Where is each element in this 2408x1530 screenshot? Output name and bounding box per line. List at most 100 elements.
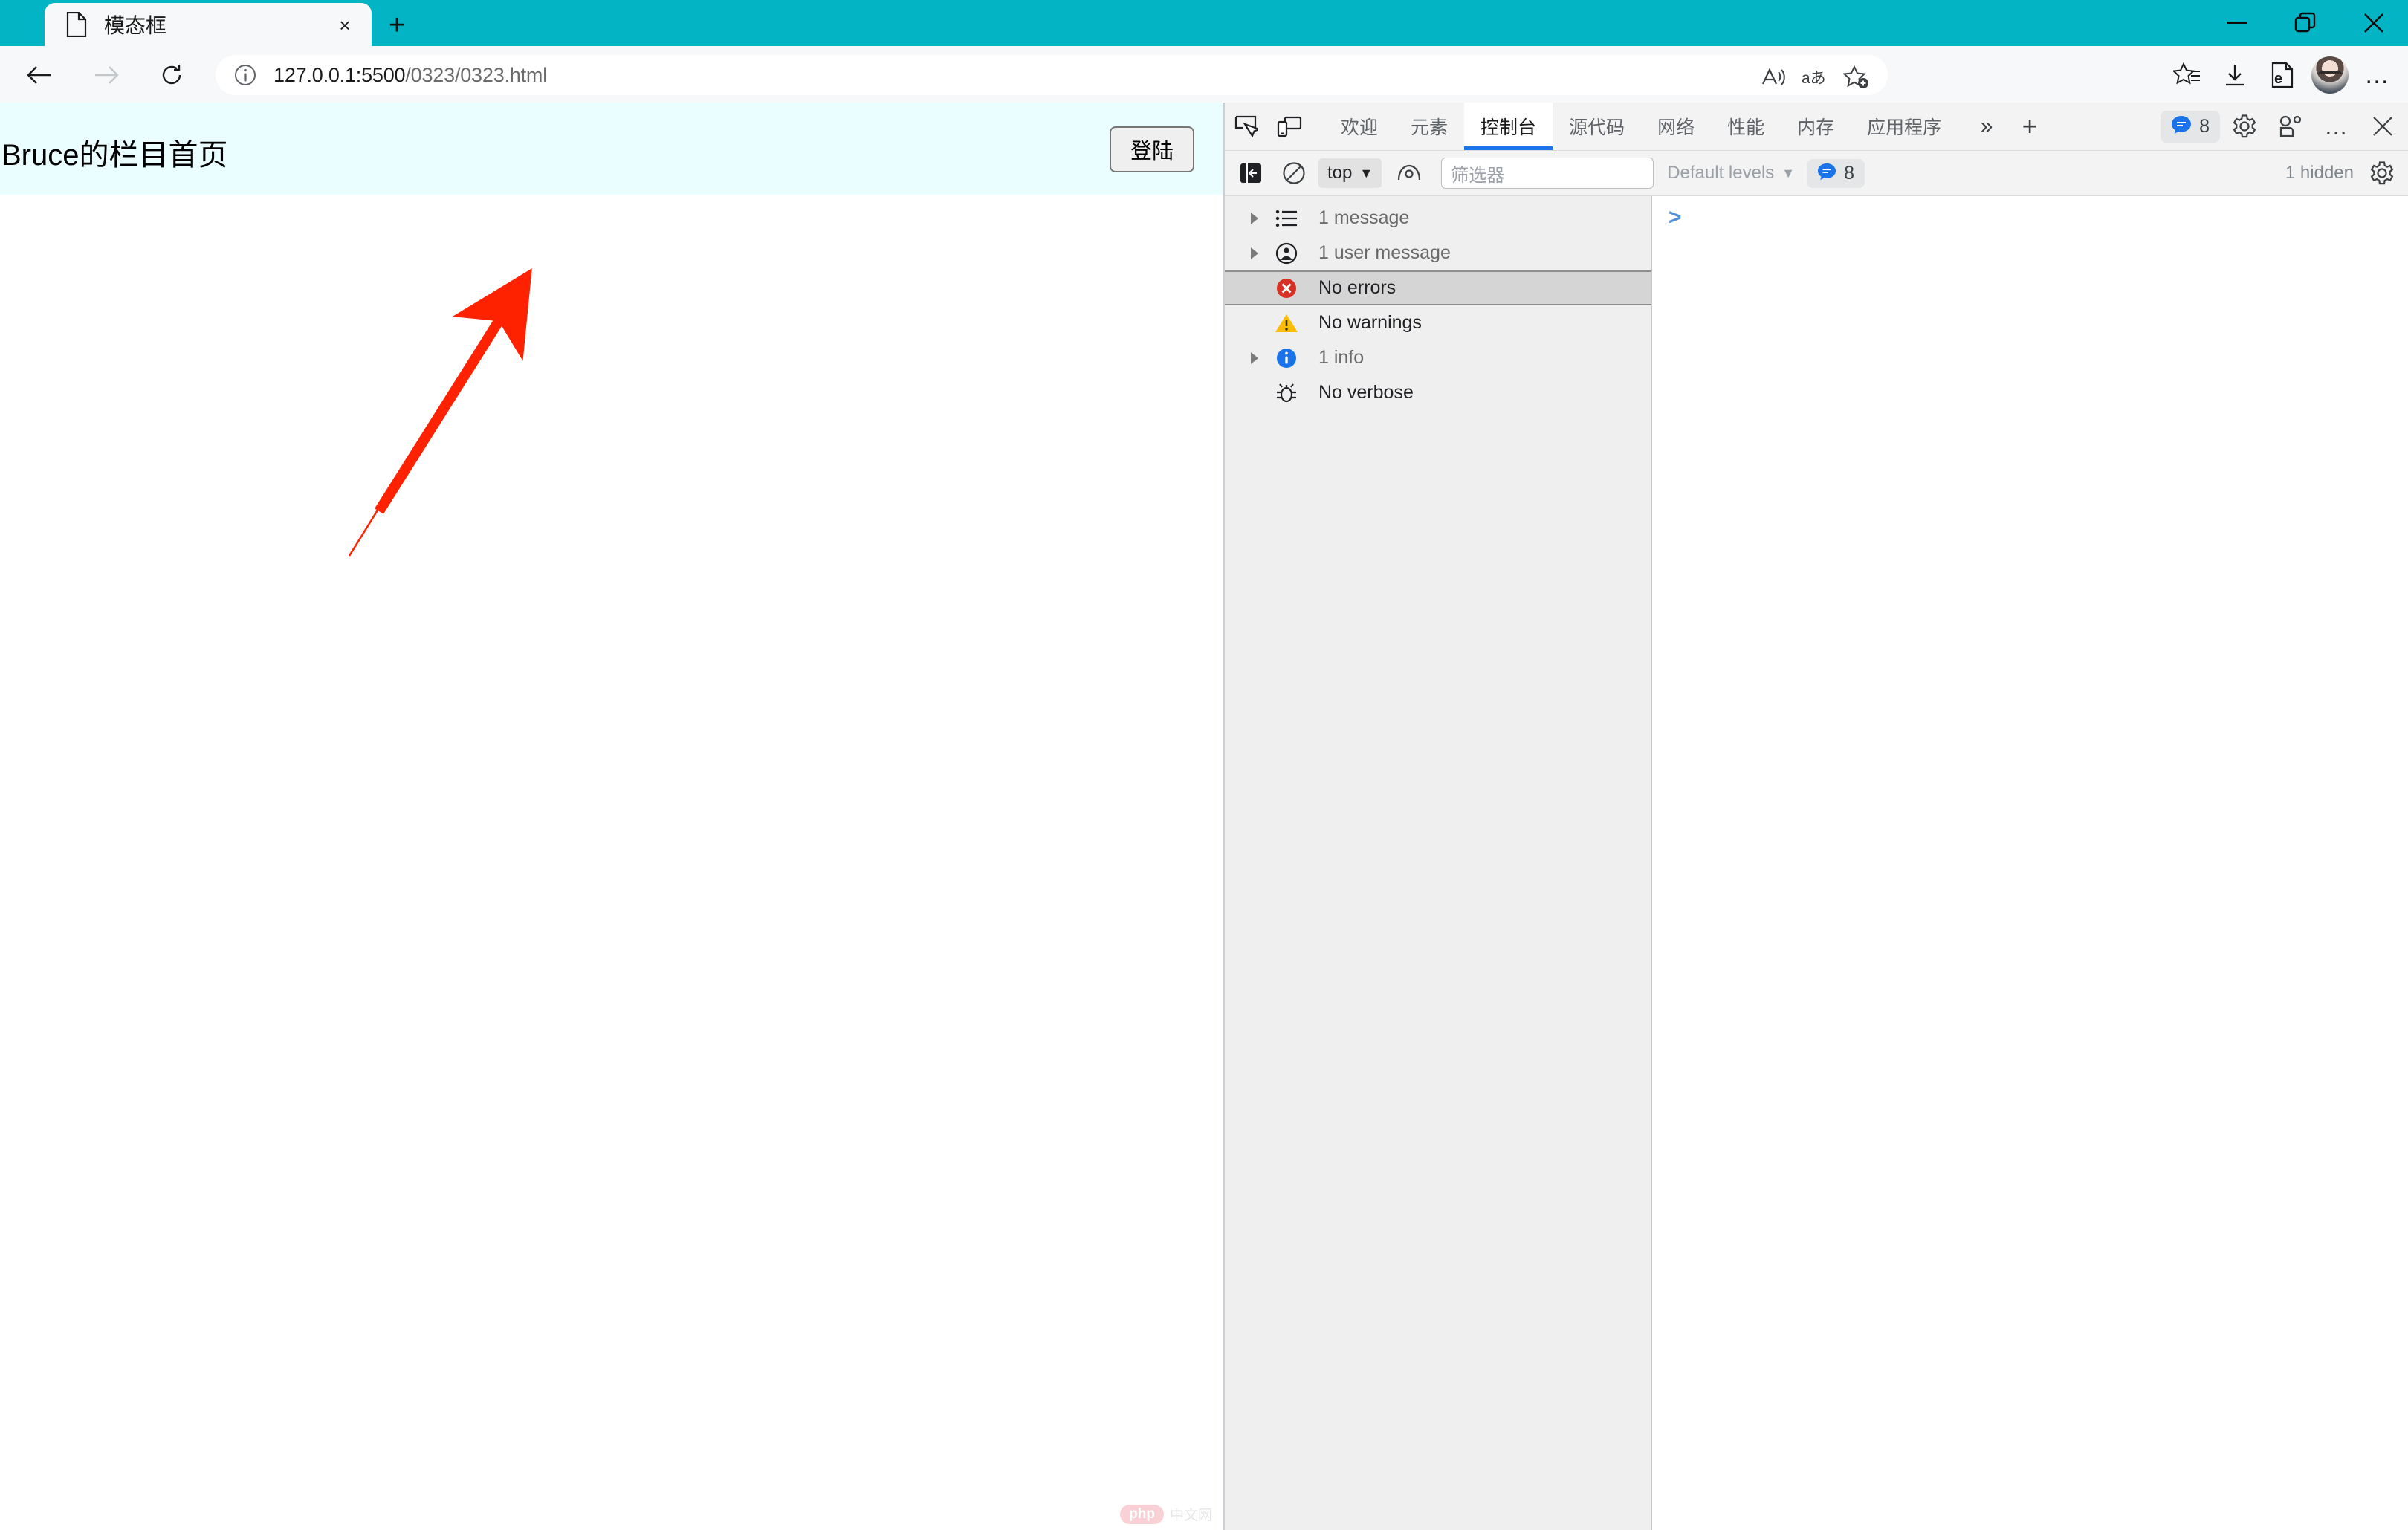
navigation-bar: 127.0.0.1:5500/0323/0323.html aあ e … <box>0 46 2408 103</box>
tab-console[interactable]: 控制台 <box>1464 103 1553 150</box>
tab-sources[interactable]: 源代码 <box>1553 103 1641 150</box>
console-settings-gear-icon[interactable] <box>2364 155 2400 191</box>
tab-label: 网络 <box>1657 117 1695 138</box>
list-icon <box>1269 209 1304 228</box>
console-filter-input[interactable]: 筛选器 <box>1441 158 1654 189</box>
console-issue-badge[interactable]: 8 <box>1807 158 1865 188</box>
tab-label: 控制台 <box>1480 117 1537 138</box>
inspect-element-icon[interactable] <box>1225 106 1268 147</box>
browser-tab[interactable]: 模态框 × <box>45 3 372 46</box>
add-tab-icon[interactable]: + <box>2008 106 2051 147</box>
login-button[interactable]: 登陆 <box>1110 126 1195 172</box>
tab-label: 欢迎 <box>1341 117 1379 138</box>
sidebar-item-messages[interactable]: 1 message <box>1225 201 1651 236</box>
sidebar-toggle-icon[interactable] <box>1229 152 1272 194</box>
sidebar-item-verbose[interactable]: No verbose <box>1225 375 1651 410</box>
browser-window: 模态框 × + 127.0.0.1:5500/0323/0323.html aあ… <box>0 0 2408 1530</box>
sidebar-item-errors[interactable]: No errors <box>1225 270 1651 305</box>
close-icon[interactable] <box>2340 0 2408 46</box>
devtools-more-icon[interactable]: … <box>2315 106 2358 147</box>
omnibox-actions: aあ <box>1755 59 1874 95</box>
sidebar-item-label: No verbose <box>1318 382 1414 403</box>
sidebar-item-label: 1 user message <box>1318 242 1451 263</box>
window-controls <box>2203 0 2408 46</box>
info-icon[interactable] <box>232 62 259 88</box>
execution-context-select[interactable]: top ▼ <box>1318 158 1382 188</box>
console-toolbar: top ▼ 筛选器 Default levels ▼ 8 1 hidden <box>1225 151 2408 196</box>
tab-label: 元素 <box>1411 117 1449 138</box>
console-output[interactable]: > <box>1652 196 2408 1530</box>
tab-elements[interactable]: 元素 <box>1394 103 1464 150</box>
sidebar-item-info[interactable]: 1 info <box>1225 340 1651 375</box>
gear-icon[interactable] <box>2223 106 2266 147</box>
downloads-icon[interactable] <box>2215 55 2255 95</box>
browser-toolbar-actions: e … <box>2167 55 2398 95</box>
tab-label: 性能 <box>1727 117 1765 138</box>
address-bar[interactable]: 127.0.0.1:5500/0323/0323.html aあ <box>216 55 1888 95</box>
new-tab-button[interactable]: + <box>381 9 413 42</box>
devtools-tabbar: 欢迎 元素 控制台 源代码 网络 性能 内存 应用程序 » + 8 … <box>1225 103 2408 151</box>
close-icon[interactable]: × <box>331 12 358 39</box>
chevron-right-icon: > <box>1669 205 1682 230</box>
eye-icon[interactable] <box>1388 152 1431 194</box>
console-sidebar: 1 message 1 user message No errors No wa… <box>1225 196 1652 1530</box>
console-prompt[interactable]: > <box>1669 205 1682 230</box>
watermark-text: 中文网 <box>1169 1508 1212 1523</box>
svg-text:e: e <box>2274 71 2282 87</box>
avatar[interactable] <box>2310 55 2350 95</box>
title-bar: 模态框 × + <box>0 0 2408 46</box>
chevron-down-icon: ▼ <box>1781 165 1796 181</box>
watermark: php 中文网 <box>1120 1504 1212 1524</box>
devtools-tab-list: 欢迎 元素 控制台 源代码 网络 性能 内存 应用程序 <box>1324 103 1958 150</box>
restore-icon[interactable] <box>2271 0 2340 46</box>
tab-network[interactable]: 网络 <box>1641 103 1711 150</box>
chevron-right-icon[interactable] <box>1240 212 1269 225</box>
customize-icon[interactable] <box>2269 106 2312 147</box>
read-aloud-icon[interactable] <box>1755 59 1791 95</box>
console-body: 1 message 1 user message No errors No wa… <box>1225 196 2408 1530</box>
more-tabs-icon[interactable]: » <box>1965 106 2008 147</box>
translate-icon[interactable]: aあ <box>1797 59 1833 95</box>
user-message-icon <box>1269 242 1304 265</box>
sidebar-item-label: No errors <box>1318 277 1396 298</box>
tab-application[interactable]: 应用程序 <box>1851 103 1958 150</box>
filter-placeholder: 筛选器 <box>1451 165 1505 186</box>
tab-memory[interactable]: 内存 <box>1781 103 1851 150</box>
sidebar-item-warnings[interactable]: No warnings <box>1225 305 1651 340</box>
log-levels-select[interactable]: Default levels ▼ <box>1667 163 1795 184</box>
devtools-panel: 欢迎 元素 控制台 源代码 网络 性能 内存 应用程序 » + 8 … top … <box>1223 103 2408 1530</box>
chevron-down-icon: ▼ <box>1359 165 1373 181</box>
device-toolbar-icon[interactable] <box>1268 106 1311 147</box>
back-button[interactable] <box>21 56 58 94</box>
hidden-messages-note: 1 hidden <box>2285 163 2354 183</box>
devtools-close-icon[interactable] <box>2361 106 2404 147</box>
sidebar-item-label: 1 info <box>1318 347 1365 368</box>
minimize-icon[interactable] <box>2203 0 2271 46</box>
watermark-badge: php <box>1120 1504 1164 1524</box>
tab-label: 应用程序 <box>1867 117 1942 138</box>
svg-text:aあ: aあ <box>1802 70 1826 87</box>
favorites-icon[interactable] <box>2167 55 2207 95</box>
tab-title: 模态框 <box>104 14 167 37</box>
page-header: Bruce的栏目首页 登陆 <box>0 103 1223 195</box>
tab-label: 源代码 <box>1569 117 1625 138</box>
collections-icon[interactable]: e <box>2262 55 2302 95</box>
chevron-right-icon[interactable] <box>1240 351 1269 365</box>
execution-context-label: top <box>1327 163 1353 183</box>
browser-more-icon[interactable]: … <box>2357 55 2398 95</box>
warning-icon <box>1269 313 1304 334</box>
clear-console-icon[interactable] <box>1272 152 1315 194</box>
add-favorite-icon[interactable] <box>1839 59 1874 95</box>
chevron-right-icon[interactable] <box>1240 247 1269 260</box>
reload-button[interactable] <box>153 56 190 94</box>
annotation-arrow <box>348 268 532 557</box>
tab-performance[interactable]: 性能 <box>1711 103 1781 150</box>
forward-button[interactable] <box>88 56 125 94</box>
message-bubble-icon <box>2171 115 2192 138</box>
error-icon <box>1269 277 1304 299</box>
url-path: /0323/0323.html <box>405 63 548 86</box>
message-count: 8 <box>2199 115 2210 137</box>
sidebar-item-user-messages[interactable]: 1 user message <box>1225 236 1651 270</box>
message-count-badge[interactable]: 8 <box>2161 110 2220 143</box>
tab-welcome[interactable]: 欢迎 <box>1324 103 1394 150</box>
